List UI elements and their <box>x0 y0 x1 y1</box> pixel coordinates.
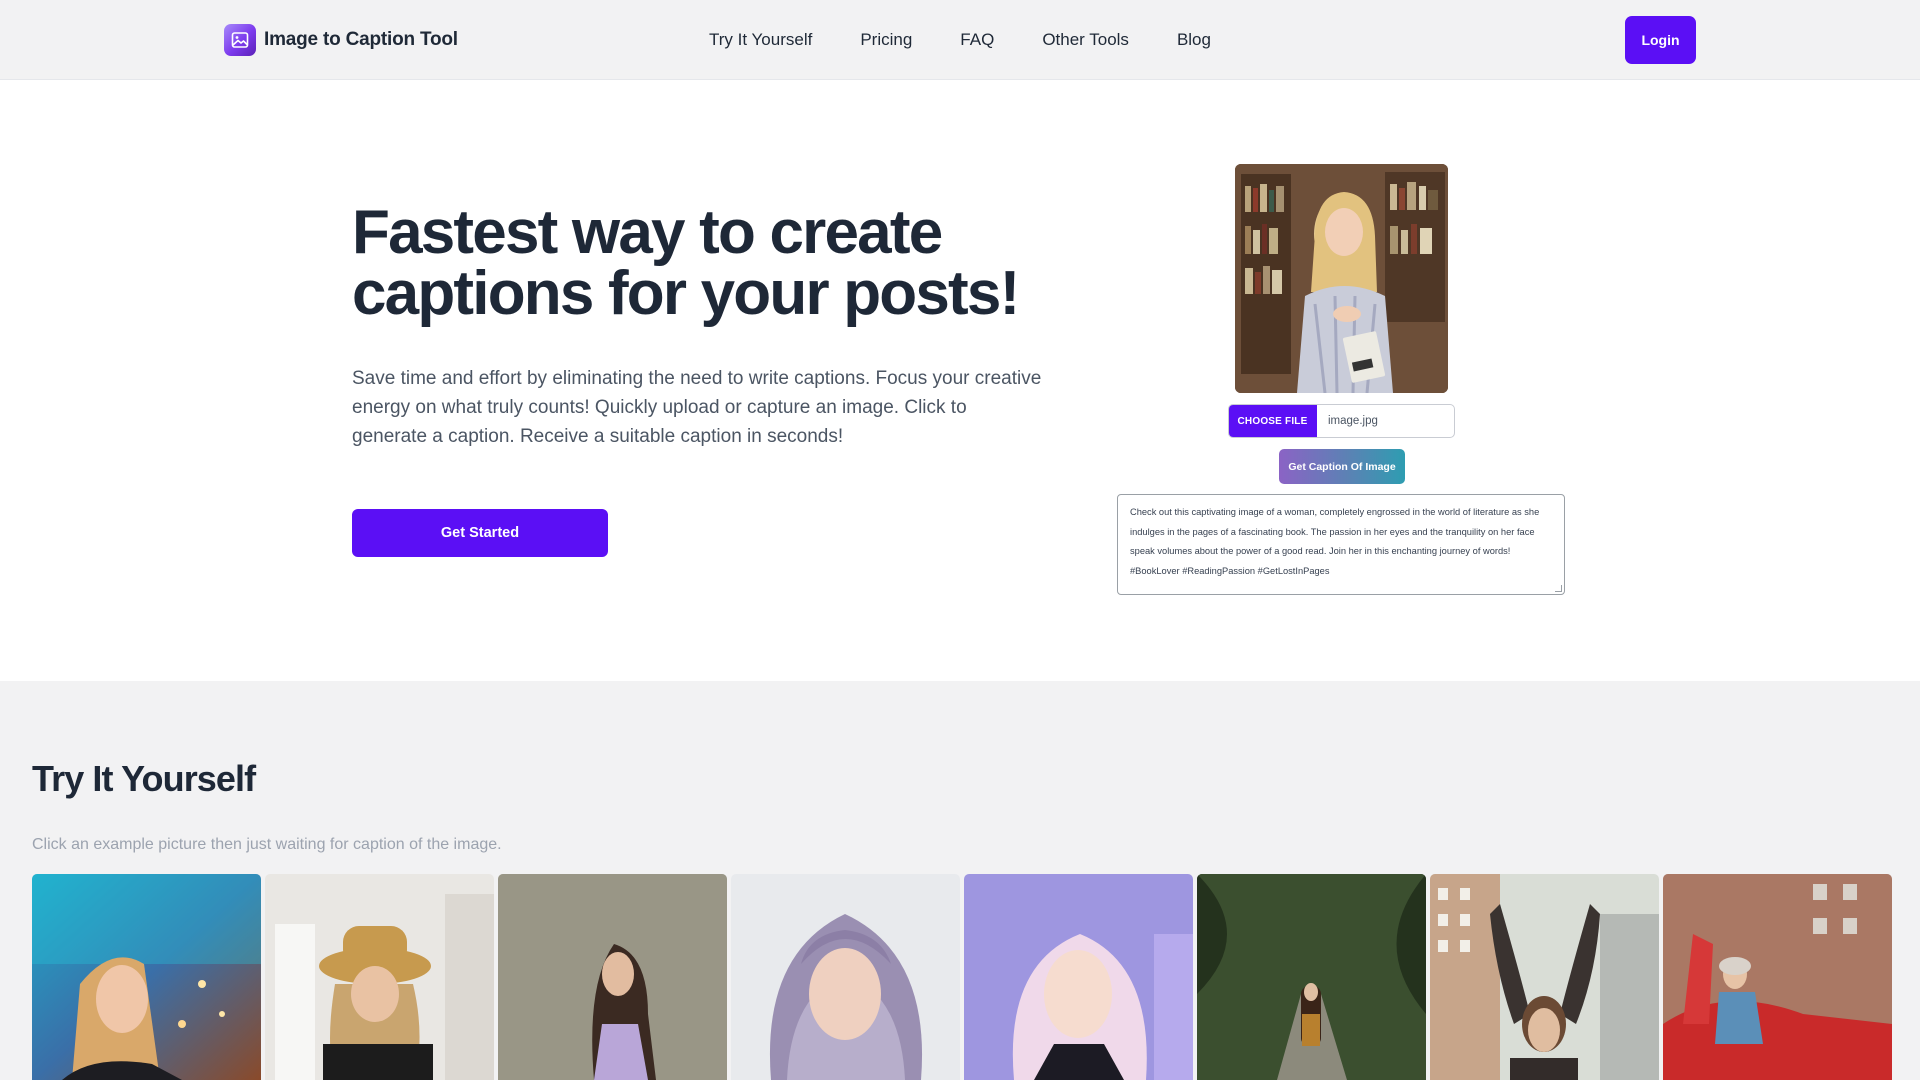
selected-file-name: image.jpg <box>1328 415 1378 427</box>
caption-text: Check out this captivating image of a wo… <box>1130 507 1540 576</box>
get-caption-button[interactable]: Get Caption Of Image <box>1279 449 1405 484</box>
example-image-2[interactable] <box>265 874 494 1080</box>
choose-file-button[interactable]: CHOOSE FILE <box>1229 405 1317 437</box>
nav-try-it-yourself[interactable]: Try It Yourself <box>709 30 812 50</box>
hero-description: Save time and effort by eliminating the … <box>352 368 1042 447</box>
nav-pricing[interactable]: Pricing <box>860 30 912 50</box>
example-image-8[interactable] <box>1663 874 1892 1080</box>
get-started-button[interactable]: Get Started <box>352 509 608 557</box>
file-input[interactable]: CHOOSE FILE image.jpg <box>1228 404 1455 438</box>
login-button[interactable]: Login <box>1625 16 1696 64</box>
site-logo-link[interactable]: Image to Caption Tool <box>224 24 458 56</box>
example-image-6[interactable] <box>1197 874 1426 1080</box>
site-name: Image to Caption Tool <box>264 29 458 50</box>
section-title: Try It Yourself <box>32 758 256 799</box>
nav-faq[interactable]: FAQ <box>960 30 994 50</box>
example-image-1[interactable] <box>32 874 261 1080</box>
top-navbar: Image to Caption Tool Try It Yourself Pr… <box>0 0 1920 80</box>
example-image-3[interactable] <box>498 874 727 1080</box>
example-image-7[interactable] <box>1430 874 1659 1080</box>
example-image-4[interactable] <box>731 874 960 1080</box>
resize-handle[interactable] <box>1555 585 1562 592</box>
nav-blog[interactable]: Blog <box>1177 30 1211 50</box>
hero-title: Fastest way to create captions for your … <box>352 202 1072 325</box>
section-subtitle: Click an example picture then just waiti… <box>32 836 502 853</box>
example-gallery <box>32 874 1892 1080</box>
hero-title-line-2: captions for your posts! <box>352 259 1020 328</box>
image-icon <box>224 24 256 56</box>
demo-preview-image <box>1235 164 1448 393</box>
caption-output-textarea[interactable]: Check out this captivating image of a wo… <box>1117 494 1565 595</box>
hero-title-line-1: Fastest way to create <box>352 198 943 267</box>
example-image-5[interactable] <box>964 874 1193 1080</box>
nav-other-tools[interactable]: Other Tools <box>1042 30 1129 50</box>
